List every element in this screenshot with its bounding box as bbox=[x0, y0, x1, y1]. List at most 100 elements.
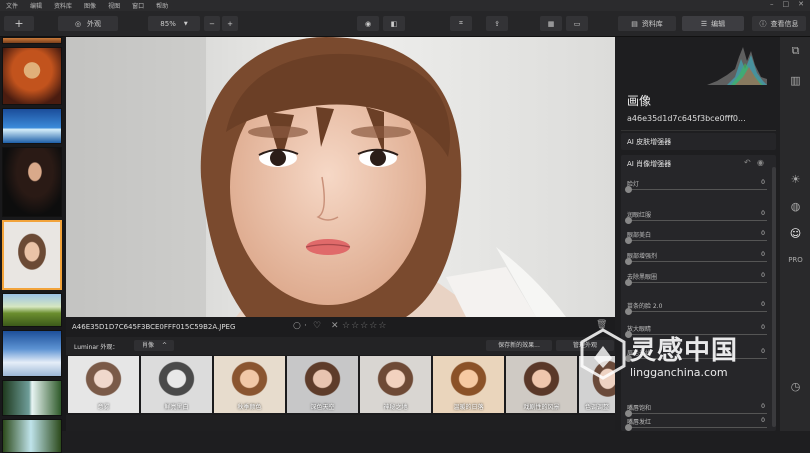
pro-icon[interactable]: PRO bbox=[788, 253, 803, 268]
slider-eyebrow-light[interactable]: 眉毛光线 0 bbox=[625, 348, 767, 362]
star-icon[interactable]: ☆ bbox=[378, 321, 386, 331]
zoom-out-button[interactable]: − bbox=[204, 16, 220, 31]
thumbnail[interactable] bbox=[2, 330, 62, 377]
star-icon[interactable]: ☆ bbox=[351, 321, 359, 331]
close-x-icon[interactable]: ✕ bbox=[331, 321, 339, 331]
reject-icon[interactable]: ○ bbox=[293, 321, 301, 331]
slider-lip-saturation[interactable]: 嘴唇饱和 0 bbox=[625, 403, 767, 417]
look-thumbnail[interactable]: 色调调整 bbox=[579, 356, 615, 413]
slider-eye-whiten-red[interactable]: 润眼红服 0 bbox=[625, 210, 767, 224]
panel-scrollbar[interactable] bbox=[772, 167, 776, 427]
look-thumbnail[interactable]: 神秘之地 bbox=[360, 356, 431, 413]
thumbnail[interactable] bbox=[2, 108, 62, 144]
library-tab[interactable]: ▤ 资料库 bbox=[618, 16, 676, 31]
slider-eye-enhancer[interactable]: 眼部增强剂 0 bbox=[625, 251, 767, 265]
slider-handle[interactable] bbox=[625, 186, 632, 193]
star-icon[interactable]: ☆ bbox=[360, 321, 368, 331]
slider-handle[interactable] bbox=[625, 308, 632, 315]
compare-button[interactable]: ◧ bbox=[383, 16, 405, 31]
zoom-select[interactable]: 85% ▼ bbox=[148, 16, 200, 31]
thumbnail[interactable] bbox=[2, 419, 62, 453]
star-icon[interactable]: ☆ bbox=[342, 321, 350, 331]
slider-track[interactable] bbox=[627, 220, 767, 221]
zoom-in-button[interactable]: + bbox=[222, 16, 238, 31]
sun-icon[interactable]: ☀ bbox=[788, 172, 803, 187]
look-thumbnail[interactable]: 戏剧性的风景 bbox=[506, 356, 577, 413]
main-photo[interactable] bbox=[66, 37, 615, 317]
slider-handle[interactable] bbox=[625, 258, 632, 265]
skin-enhancer-section[interactable]: AI 皮肤增强器 bbox=[621, 133, 776, 150]
crop-button[interactable]: ⌗ bbox=[450, 16, 472, 31]
trash-icon[interactable]: 🗑 bbox=[596, 320, 607, 330]
slider-handle[interactable] bbox=[625, 355, 632, 362]
thumbnail[interactable] bbox=[2, 37, 62, 44]
share-button[interactable]: ⇪ bbox=[486, 16, 508, 31]
star-icon[interactable]: ☆ bbox=[369, 321, 377, 331]
thumbnail-selected[interactable] bbox=[2, 220, 62, 290]
slider-track[interactable] bbox=[627, 427, 767, 428]
slider-track[interactable] bbox=[627, 413, 767, 414]
menu-library[interactable]: 资料库 bbox=[54, 1, 72, 10]
close-icon[interactable]: ✕ bbox=[798, 0, 804, 8]
share-icon: ⇪ bbox=[494, 19, 500, 28]
palette-icon[interactable]: ◍ bbox=[788, 199, 803, 214]
look-thumbnail[interactable]: 温暖的日落 bbox=[433, 356, 504, 413]
thumbnail[interactable] bbox=[2, 147, 62, 217]
slider-slim-face[interactable]: 苗条的脸 2.0 0 bbox=[625, 301, 767, 315]
grid-view-button[interactable]: ▦ bbox=[540, 16, 562, 31]
star-rating[interactable]: ☆ ☆ ☆ ☆ ☆ bbox=[342, 321, 386, 331]
columns-icon[interactable]: ▥ bbox=[788, 73, 803, 88]
single-view-button[interactable]: ▭ bbox=[566, 16, 588, 31]
menu-view[interactable]: 视图 bbox=[108, 1, 120, 10]
looks-toggle-button[interactable]: ◎ 外观 bbox=[58, 16, 118, 31]
menu-file[interactable]: 文件 bbox=[6, 1, 18, 10]
slider-track[interactable] bbox=[627, 240, 767, 241]
looks-scrollbar[interactable] bbox=[66, 415, 615, 431]
add-button[interactable]: + bbox=[4, 16, 34, 31]
slider-dark-circles[interactable]: 去除黑眼圈 0 bbox=[625, 272, 767, 286]
heart-icon[interactable]: ♡ bbox=[313, 321, 321, 331]
slider-track[interactable] bbox=[627, 311, 767, 312]
slider-face-light[interactable]: 脸灯 0 bbox=[625, 179, 767, 193]
menu-help[interactable]: 帮助 bbox=[156, 1, 168, 10]
slider-track[interactable] bbox=[627, 261, 767, 262]
look-thumbnail[interactable]: 秋季颜色 bbox=[214, 356, 285, 413]
edit-panel: 画像 a46e35d1d7c645f3bce0fff0... AI 皮肤增强器 … bbox=[615, 37, 780, 431]
slider-lip-redness[interactable]: 嘴唇发红 0 bbox=[625, 417, 767, 431]
preview-button[interactable]: ◉ bbox=[357, 16, 379, 31]
slider-track[interactable] bbox=[627, 189, 767, 190]
slider-handle[interactable] bbox=[625, 279, 632, 286]
layers-icon[interactable]: ⧉ bbox=[788, 43, 803, 58]
thumbnail[interactable] bbox=[2, 47, 62, 105]
maximize-icon[interactable]: □ bbox=[783, 0, 790, 8]
manage-looks-button[interactable]: 管理外观 bbox=[556, 340, 614, 351]
slider-handle[interactable] bbox=[625, 237, 632, 244]
slider-handle[interactable] bbox=[625, 410, 632, 417]
menu-edit[interactable]: 编辑 bbox=[30, 1, 42, 10]
menu-window[interactable]: 窗口 bbox=[132, 1, 144, 10]
slider-track[interactable] bbox=[627, 358, 767, 359]
info-tab[interactable]: ⓘ 查看信息 bbox=[752, 16, 806, 31]
look-thumbnail[interactable]: 意雾 bbox=[68, 356, 139, 413]
thumbnail[interactable] bbox=[2, 380, 62, 416]
looks-category-select[interactable]: 肖像 ^ bbox=[134, 340, 174, 351]
look-thumbnail[interactable]: 鲜亮黑白 bbox=[141, 356, 212, 413]
menu-bar: 文件 编辑 资料库 图像 视图 窗口 帮助 – □ ✕ bbox=[0, 0, 810, 11]
look-thumbnail[interactable]: 深色天空 bbox=[287, 356, 358, 413]
slider-track[interactable] bbox=[627, 282, 767, 283]
slider-handle[interactable] bbox=[625, 331, 632, 338]
edit-tab[interactable]: ☰ 编辑 bbox=[682, 16, 744, 31]
library-tab-label: 资料库 bbox=[641, 19, 663, 28]
face-icon[interactable]: ☺ bbox=[788, 226, 803, 241]
slider-handle[interactable] bbox=[625, 424, 632, 431]
minimize-icon[interactable]: – bbox=[770, 0, 774, 8]
slider-value: 0 bbox=[761, 230, 765, 237]
slider-eye-whitening[interactable]: 眼部美白 0 bbox=[625, 230, 767, 244]
save-look-button[interactable]: 保存新的效果... bbox=[486, 340, 552, 351]
menu-image[interactable]: 图像 bbox=[84, 1, 96, 10]
slider-handle[interactable] bbox=[625, 217, 632, 224]
history-icon[interactable]: ◷ bbox=[788, 379, 803, 394]
slider-enlarge-eyes[interactable]: 放大眼睛 0 bbox=[625, 324, 767, 338]
slider-track[interactable] bbox=[627, 334, 767, 335]
thumbnail[interactable] bbox=[2, 293, 62, 327]
